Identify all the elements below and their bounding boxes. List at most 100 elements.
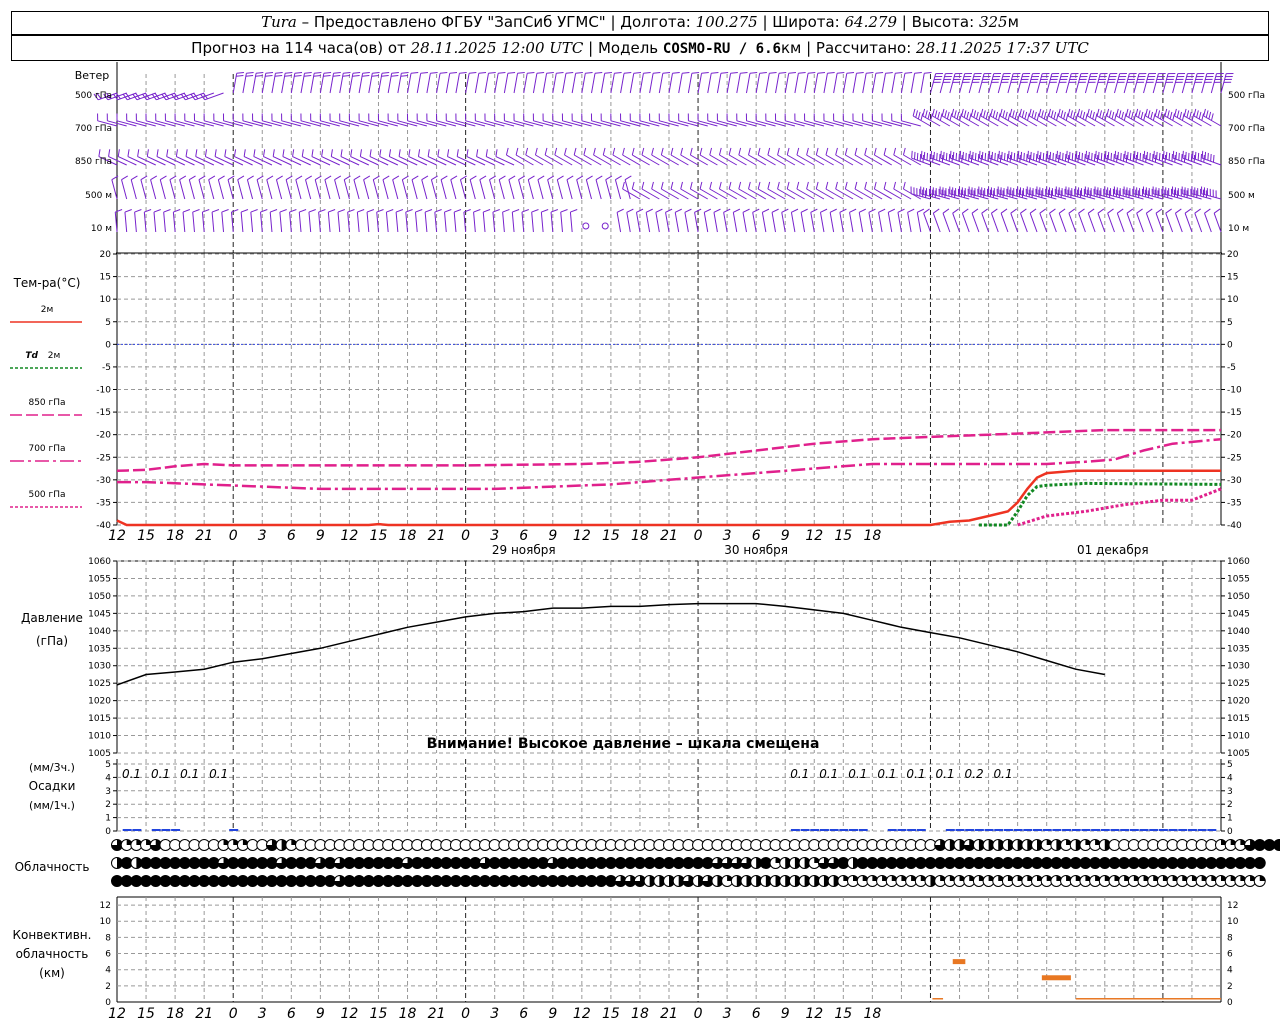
wind-barb-feather [835, 147, 838, 156]
wind-barb-feather [680, 147, 683, 156]
wind-barb [684, 212, 689, 233]
pres-tick-label: 1060 [1227, 557, 1250, 567]
wind-barb [777, 154, 796, 166]
precip-bar [1052, 829, 1062, 831]
wind-barb-feather [825, 181, 829, 190]
wind-barb-feather [557, 175, 564, 181]
wind-barb [569, 212, 573, 233]
wind-barb-feather [939, 153, 941, 162]
wind-barb-feather [1175, 208, 1182, 214]
wind-barb-feather [1039, 151, 1042, 160]
wind-barb-feather [738, 181, 742, 190]
wind-barb-feather [1029, 208, 1037, 214]
wind-barb-feather [1117, 208, 1124, 214]
precip-bar [1081, 829, 1091, 831]
wind-barb-feather [204, 149, 208, 157]
wind-barb [678, 73, 683, 94]
wind-barb [156, 156, 176, 166]
wind-barb [175, 120, 195, 127]
wind-barb-feather [883, 147, 887, 156]
wind-barb [843, 120, 863, 127]
wind-barb-feather [260, 209, 268, 213]
pres-tick-label: 1050 [1227, 592, 1250, 602]
wind-barb-feather [159, 175, 167, 181]
wind-barb [1184, 213, 1193, 233]
x-tick-label: 12 [573, 528, 591, 544]
wind-barb [845, 154, 863, 166]
wind-barb-feather [1128, 110, 1132, 118]
wind-barb-feather [265, 75, 273, 77]
precip-bar [945, 829, 955, 831]
wind-barb [591, 120, 612, 127]
prec-tick-label: 0 [1227, 827, 1233, 837]
wind-barb-feather [405, 209, 413, 213]
wind-barb [389, 156, 408, 166]
wind-barb-feather [1008, 150, 1010, 159]
wind-barb-feather [1055, 153, 1057, 162]
wind-barb [883, 188, 902, 200]
wind-barb [188, 179, 195, 200]
wind-barb-feather [699, 147, 703, 156]
wind-barb [1116, 213, 1125, 233]
wind-barb-feather [565, 72, 574, 74]
wind-barb [726, 73, 732, 94]
wind-barb [1155, 213, 1164, 233]
wind-barb [542, 73, 548, 94]
wind-barb-feather [1038, 108, 1042, 117]
x-tick-label: 21 [428, 1006, 446, 1022]
x-tick-label: 15 [834, 528, 852, 544]
wind-barb-feather [946, 111, 950, 120]
wind-barb-feather [709, 147, 713, 156]
wind-barb [981, 213, 990, 233]
wind-barb-feather [1142, 153, 1144, 162]
wind-barb-feather [930, 150, 933, 159]
wind-barb-feather [645, 208, 653, 213]
wind-barb-feather [233, 149, 237, 157]
wind-barb [620, 120, 641, 127]
wind-barb [639, 73, 644, 94]
temp-tick-label: 15 [1227, 273, 1238, 283]
wind-barb-feather [965, 152, 967, 161]
wind-barb-feather [1150, 111, 1154, 120]
wind-barb-feather [1097, 208, 1105, 214]
wind-barb-feather [473, 209, 481, 213]
wind-barb-feather [1014, 111, 1018, 120]
pres-tick-label: 1015 [88, 714, 111, 724]
wind-barb-feather [1210, 113, 1214, 121]
wind-barb-feather [778, 72, 787, 74]
wind-barb [337, 212, 341, 233]
wind-barb [1194, 213, 1203, 233]
wind-barb [668, 120, 689, 127]
wind-barb-feather [1172, 150, 1175, 159]
wind-barb-feather [788, 72, 796, 74]
wind-barb-feather [1185, 151, 1187, 160]
wind-barb-feather [594, 72, 603, 74]
wind-barb-feather [265, 72, 274, 74]
wind-barb [275, 179, 283, 200]
wind-barb-feather [633, 72, 642, 74]
precip-bar [1033, 829, 1042, 831]
precip-bar [1091, 829, 1101, 831]
wind-barb [825, 154, 844, 166]
legend-label: 500 гПа [28, 490, 65, 500]
wind-barb-feather [505, 147, 509, 156]
wind-barb [401, 179, 409, 200]
wind-barb-feather [469, 175, 477, 181]
wind-barb [707, 73, 712, 94]
wind-barb [713, 212, 718, 233]
wind-barb-feather [466, 149, 469, 157]
wind-barb-feather [583, 147, 587, 156]
wind-level-label: 700 гПа [75, 124, 112, 134]
wind-level-label: 500 м [85, 191, 112, 201]
wind-barb [593, 154, 612, 166]
wind-barb-feather [1111, 111, 1115, 120]
conv-title-2: облачность [16, 947, 89, 961]
temp-series-4 [1017, 487, 1222, 527]
wind-barb [1201, 193, 1222, 200]
conv-tick-label: 12 [100, 901, 111, 911]
wind-barb [118, 156, 137, 166]
wind-barb-feather [762, 208, 770, 213]
wind-barb [430, 179, 438, 200]
wind-barb-feather [929, 153, 931, 162]
wind-barb [232, 73, 238, 94]
